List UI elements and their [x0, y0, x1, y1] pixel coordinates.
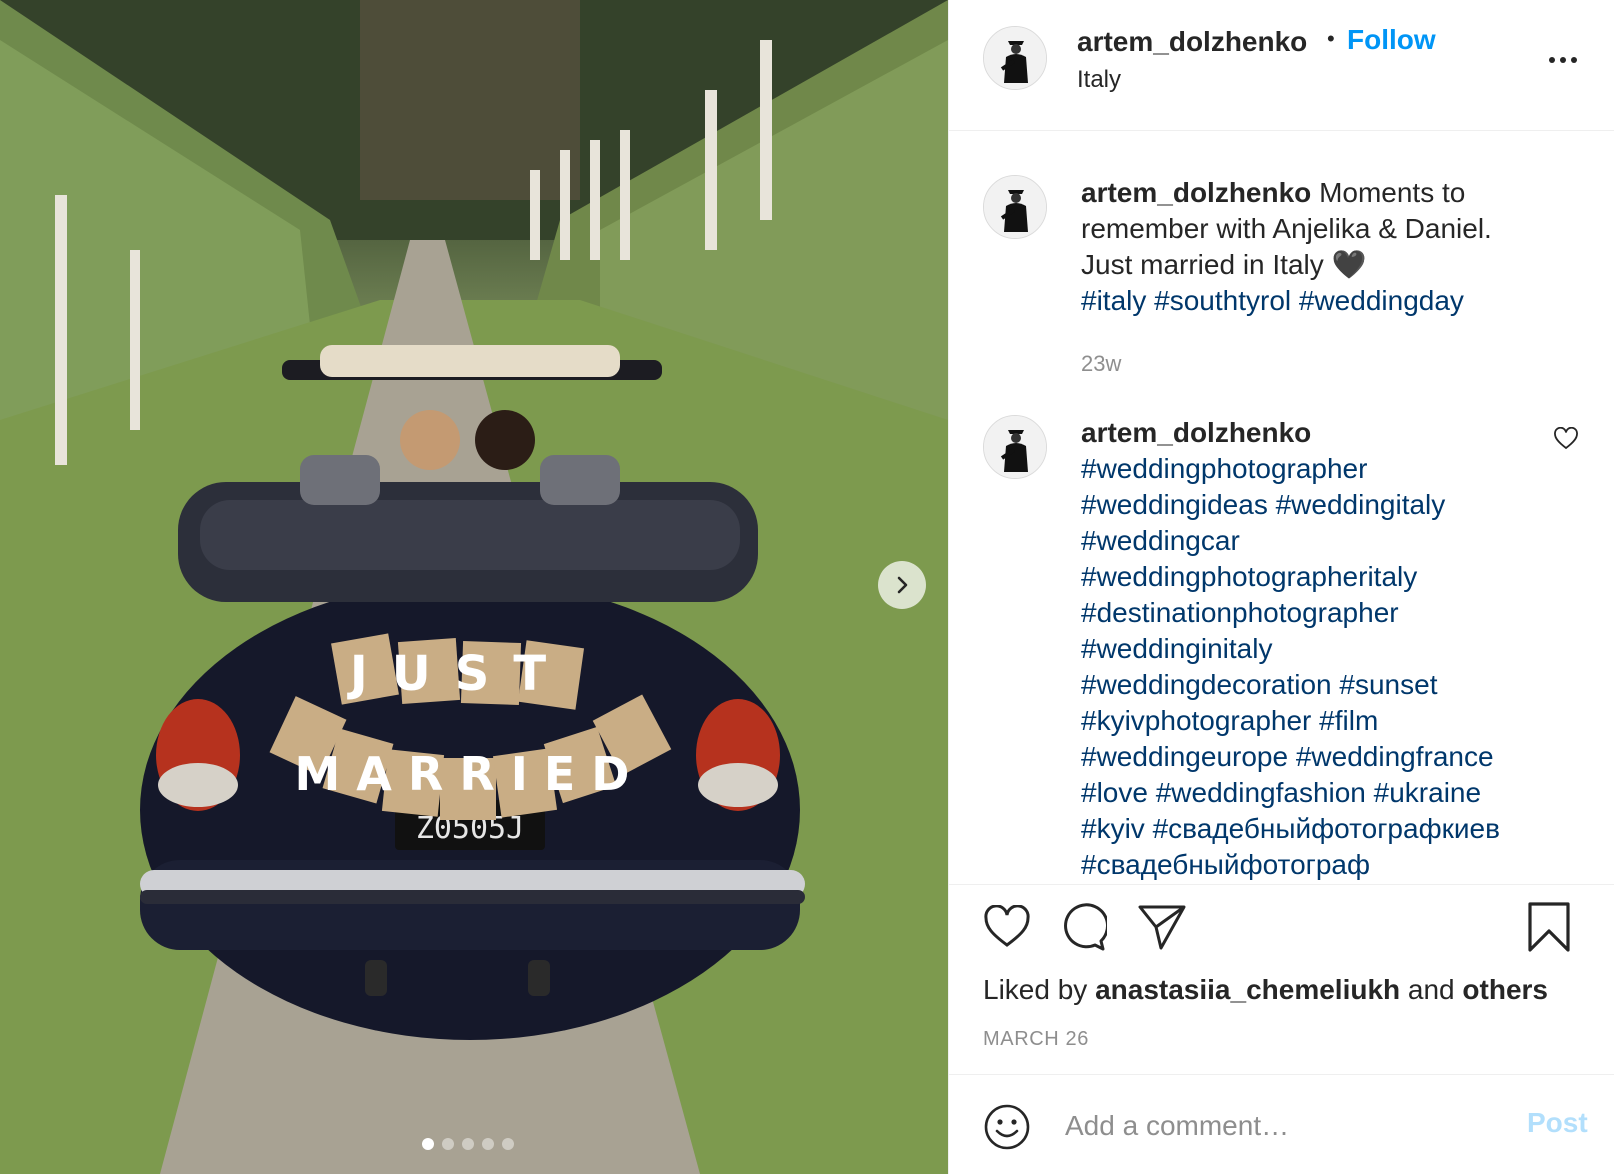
sign-married: MARRIED — [295, 747, 646, 801]
wedding-car-scene: Z0505J JUST MARRIED — [0, 0, 948, 1174]
small-heart-icon[interactable] — [1553, 426, 1579, 456]
post-author-username[interactable]: artem_dolzhenko — [1077, 26, 1307, 58]
caption-username[interactable]: artem_dolzhenko — [1081, 177, 1311, 208]
comment-item: artem_dolzhenko #weddingphotographer #we… — [983, 415, 1583, 883]
likes-prefix: Liked by — [983, 974, 1088, 1005]
next-arrow-icon — [897, 576, 908, 594]
separator-bullet: • — [1327, 26, 1335, 51]
avatar-photo — [984, 176, 1046, 238]
carousel-dot — [462, 1138, 474, 1150]
share-icon[interactable] — [1137, 903, 1187, 956]
likes-summary: Liked by anastasiia_chemeliukh and other… — [983, 974, 1548, 1006]
avatar[interactable] — [983, 26, 1047, 90]
liked-by-user-link[interactable]: anastasiia_chemeliukh — [1095, 974, 1400, 1005]
heart-icon[interactable] — [983, 904, 1031, 954]
comment-hashtag-line[interactable]: #love #weddingfashion #ukraine — [1081, 775, 1561, 811]
add-comment-bar: Post — [949, 1074, 1614, 1175]
comment-hashtag-line[interactable]: #weddingeurope #weddingfrance — [1081, 739, 1561, 775]
comment-hashtag-line[interactable]: #weddinginitaly — [1081, 631, 1561, 667]
comment-username[interactable]: artem_dolzhenko — [1081, 415, 1561, 451]
caption: artem_dolzhenko Moments to remember with… — [983, 175, 1583, 377]
follow-button[interactable]: Follow — [1347, 24, 1436, 56]
avatar-photo — [984, 416, 1046, 478]
avatar-photo — [984, 27, 1046, 89]
bookmark-icon[interactable] — [1527, 901, 1571, 958]
caption-hashtags[interactable]: #italy #southtyrol #weddingday — [1081, 285, 1464, 316]
comment-hashtag-line[interactable]: #weddingcar — [1081, 523, 1561, 559]
comment-text: artem_dolzhenko #weddingphotographer #we… — [1081, 415, 1561, 883]
comment-icon[interactable] — [1059, 903, 1109, 956]
post-side-panel: artem_dolzhenko • Follow Italy artem_dol… — [948, 0, 1614, 1174]
comment-hashtag-line[interactable]: #weddingphotographeritaly — [1081, 559, 1561, 595]
avatar[interactable] — [983, 175, 1047, 239]
comment-hashtag-line[interactable]: #weddingdecoration #sunset — [1081, 667, 1561, 703]
post-header: artem_dolzhenko • Follow Italy — [949, 0, 1614, 131]
comment-input[interactable] — [1063, 1105, 1497, 1147]
next-slide-button[interactable] — [878, 561, 926, 609]
comments-list[interactable]: artem_dolzhenko Moments to remember with… — [949, 131, 1614, 883]
comment-hashtag-line[interactable]: #kyiv #свадебныйфотографкиев — [1081, 811, 1561, 847]
post-photo[interactable]: Z0505J JUST MARRIED — [0, 0, 948, 1174]
likes-others-link[interactable]: others — [1462, 974, 1548, 1005]
comment-hashtag-line[interactable]: #weddingideas #weddingitaly — [1081, 487, 1561, 523]
carousel-dot — [502, 1138, 514, 1150]
comment-hashtag-line[interactable]: #weddingphotographer — [1081, 451, 1561, 487]
more-options-icon[interactable] — [1549, 48, 1589, 72]
comment-hashtag-line[interactable]: #свадебныйфотограф — [1081, 847, 1561, 883]
carousel-dot — [422, 1138, 434, 1150]
post-location[interactable]: Italy — [1077, 66, 1121, 94]
carousel-dot — [442, 1138, 454, 1150]
caption-text: artem_dolzhenko Moments to remember with… — [1081, 175, 1531, 319]
post-date[interactable]: MARCH 26 — [983, 1028, 1089, 1051]
avatar[interactable] — [983, 415, 1047, 479]
comment-hashtag-line[interactable]: #destinationphotographer — [1081, 595, 1561, 631]
comment-hashtag-line[interactable]: #kyivphotographer #film — [1081, 703, 1561, 739]
likes-and: and — [1407, 974, 1455, 1005]
carousel-dot — [482, 1138, 494, 1150]
carousel-indicator — [422, 1138, 514, 1150]
emoji-icon[interactable] — [983, 1103, 1031, 1156]
post-comment-button[interactable]: Post — [1527, 1107, 1588, 1139]
sign-just: JUST — [347, 646, 570, 702]
caption-timestamp[interactable]: 23w — [1081, 351, 1121, 377]
